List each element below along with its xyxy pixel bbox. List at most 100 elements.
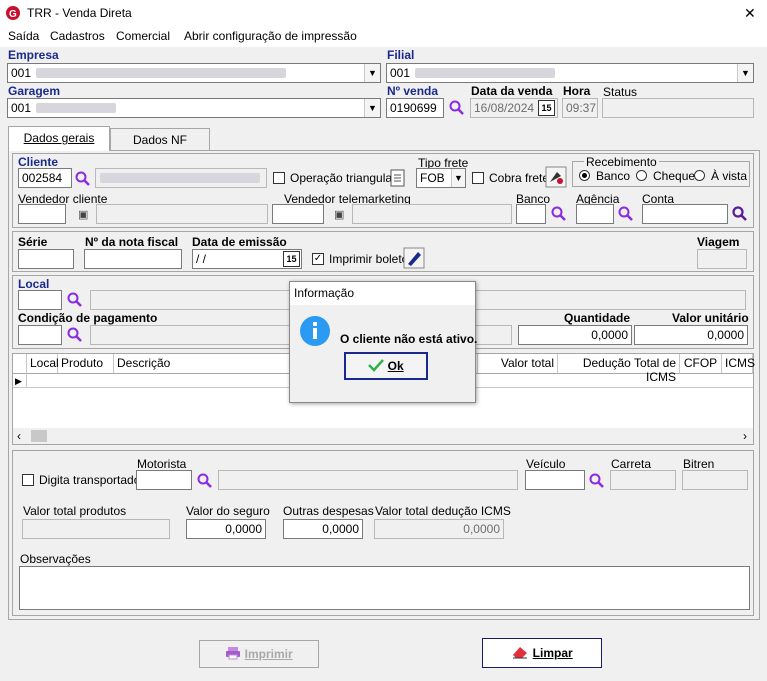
col-produto[interactable]: Produto <box>58 354 114 374</box>
valor-unitario-field[interactable]: 0,0000 <box>634 325 748 345</box>
scroll-right-icon[interactable]: › <box>743 429 747 443</box>
nvenda-field[interactable]: 0190699 <box>386 98 444 118</box>
search-icon[interactable] <box>67 327 83 343</box>
chevron-down-icon[interactable]: ▼ <box>364 64 380 82</box>
menu-config-impressao[interactable]: Abrir configuração de impressão <box>184 29 357 43</box>
numero-nota-field[interactable] <box>84 249 182 269</box>
recebimento-label: Recebimento <box>584 155 659 169</box>
ok-button[interactable]: Ok <box>344 352 428 380</box>
status-label: Status <box>603 85 638 99</box>
search-icon[interactable] <box>551 206 567 222</box>
cliente-name-field <box>95 168 267 188</box>
radio-cheque-label: Cheque <box>653 169 696 183</box>
viagem-label: Viagem <box>697 235 740 249</box>
empresa-select[interactable]: 001 ▼ <box>7 63 381 83</box>
outras-despesas-label: Outras despesas <box>283 504 374 518</box>
menu-comercial[interactable]: Comercial <box>116 29 170 43</box>
tab-dados-gerais[interactable]: Dados gerais <box>8 126 110 151</box>
binoculars-icon[interactable]: ▣ <box>334 208 344 221</box>
tab-dados-nf[interactable]: Dados NF <box>110 128 210 152</box>
filial-select[interactable]: 001 ▼ <box>386 63 754 83</box>
local-field[interactable] <box>18 290 62 310</box>
quantidade-field[interactable]: 0,0000 <box>518 325 632 345</box>
scroll-thumb[interactable] <box>31 430 47 442</box>
radio-cheque[interactable] <box>636 170 647 181</box>
veiculo-label: Veículo <box>526 457 566 471</box>
menu-saida[interactable]: Saída <box>8 29 39 43</box>
digita-transportador-label: Digita transportador <box>39 473 145 487</box>
search-icon[interactable] <box>449 100 465 116</box>
serie-label: Série <box>18 235 48 249</box>
col-valor-total[interactable]: Valor total <box>478 354 558 374</box>
hora-label: Hora <box>563 84 591 98</box>
dialog-message: O cliente não está ativo. <box>340 332 478 346</box>
nvenda-label: Nº venda <box>387 84 439 98</box>
menu-cadastros[interactable]: Cadastros <box>50 29 105 43</box>
vendedor-cliente-name <box>96 204 268 224</box>
radio-avista[interactable] <box>694 170 705 181</box>
motorista-field[interactable] <box>136 470 192 490</box>
imprimir-boleto-checkbox[interactable]: ✓ <box>312 253 324 265</box>
garagem-label: Garagem <box>8 84 61 98</box>
search-icon[interactable] <box>75 171 91 187</box>
col-icms[interactable]: ICMS <box>722 354 755 374</box>
vendedor-cliente-field[interactable] <box>18 204 66 224</box>
observacoes-label: Observações <box>20 552 91 566</box>
deducao-icms-label: Valor total dedução ICMS <box>375 504 511 518</box>
hora-field: 09:37 <box>562 98 598 118</box>
search-icon[interactable] <box>67 292 83 308</box>
vendedor-tele-name <box>352 204 512 224</box>
close-icon[interactable]: ✕ <box>744 5 756 22</box>
calendar-icon[interactable]: 15 <box>283 251 300 267</box>
cobra-frete-checkbox[interactable] <box>472 172 484 184</box>
agencia-field[interactable] <box>576 204 614 224</box>
filial-name-redacted <box>415 68 555 78</box>
vendedor-tele-field[interactable] <box>272 204 324 224</box>
serie-field[interactable] <box>18 249 74 269</box>
outras-despesas-field[interactable]: 0,0000 <box>283 519 363 539</box>
eraser-icon <box>513 647 528 659</box>
truck-tools-icon[interactable] <box>545 166 567 188</box>
data-venda-label: Data da venda <box>471 84 553 98</box>
observacoes-field[interactable] <box>19 566 750 610</box>
filial-label: Filial <box>387 48 415 62</box>
valor-unitario-label: Valor unitário <box>672 311 749 325</box>
veiculo-field[interactable] <box>525 470 585 490</box>
col-cfop[interactable]: CFOP <box>680 354 722 374</box>
cliente-code-field[interactable]: 002584 <box>18 168 72 188</box>
pen-icon[interactable] <box>403 247 425 269</box>
banco-field[interactable] <box>516 204 546 224</box>
operacao-triangular-checkbox[interactable] <box>273 172 285 184</box>
chevron-down-icon[interactable]: ▼ <box>737 64 753 82</box>
calendar-icon[interactable]: 15 <box>538 100 555 116</box>
col-local[interactable]: Local <box>27 354 59 374</box>
tipo-frete-select[interactable]: FOB ▼ <box>416 168 466 188</box>
search-icon[interactable] <box>732 206 748 222</box>
title-bar: G TRR - Venda Direta ✕ <box>0 0 767 27</box>
valor-seguro-field[interactable]: 0,0000 <box>186 519 266 539</box>
chevron-down-icon[interactable]: ▼ <box>364 99 380 117</box>
info-icon <box>300 316 330 346</box>
chevron-down-icon[interactable]: ▼ <box>451 169 465 187</box>
garagem-code: 001 <box>11 101 32 115</box>
radio-banco[interactable] <box>579 170 590 181</box>
search-icon[interactable] <box>618 206 634 222</box>
search-icon[interactable] <box>197 473 213 489</box>
digita-transportador-checkbox[interactable] <box>22 474 34 486</box>
cliente-name-redacted <box>100 173 260 183</box>
conta-field[interactable] <box>642 204 728 224</box>
garagem-select[interactable]: 001 ▼ <box>7 98 381 118</box>
limpar-button[interactable]: Limpar <box>482 638 602 668</box>
binoculars-icon[interactable]: ▣ <box>78 208 88 221</box>
dialog-title: Informação <box>290 282 475 305</box>
row-indicator-icon: ▶ <box>13 374 27 388</box>
data-emissao-label: Data de emissão <box>192 235 287 249</box>
condicao-field[interactable] <box>18 325 62 345</box>
search-icon[interactable] <box>589 473 605 489</box>
scroll-left-icon[interactable]: ‹ <box>17 429 21 443</box>
document-icon[interactable] <box>389 169 407 187</box>
imprimir-button[interactable]: Imprimir <box>199 640 319 668</box>
tab-dados-gerais-label: Dados gerais <box>23 131 95 145</box>
col-deducao-icms[interactable]: Dedução Total de ICMS <box>558 354 680 384</box>
horizontal-scrollbar[interactable]: ‹ › <box>13 428 753 444</box>
